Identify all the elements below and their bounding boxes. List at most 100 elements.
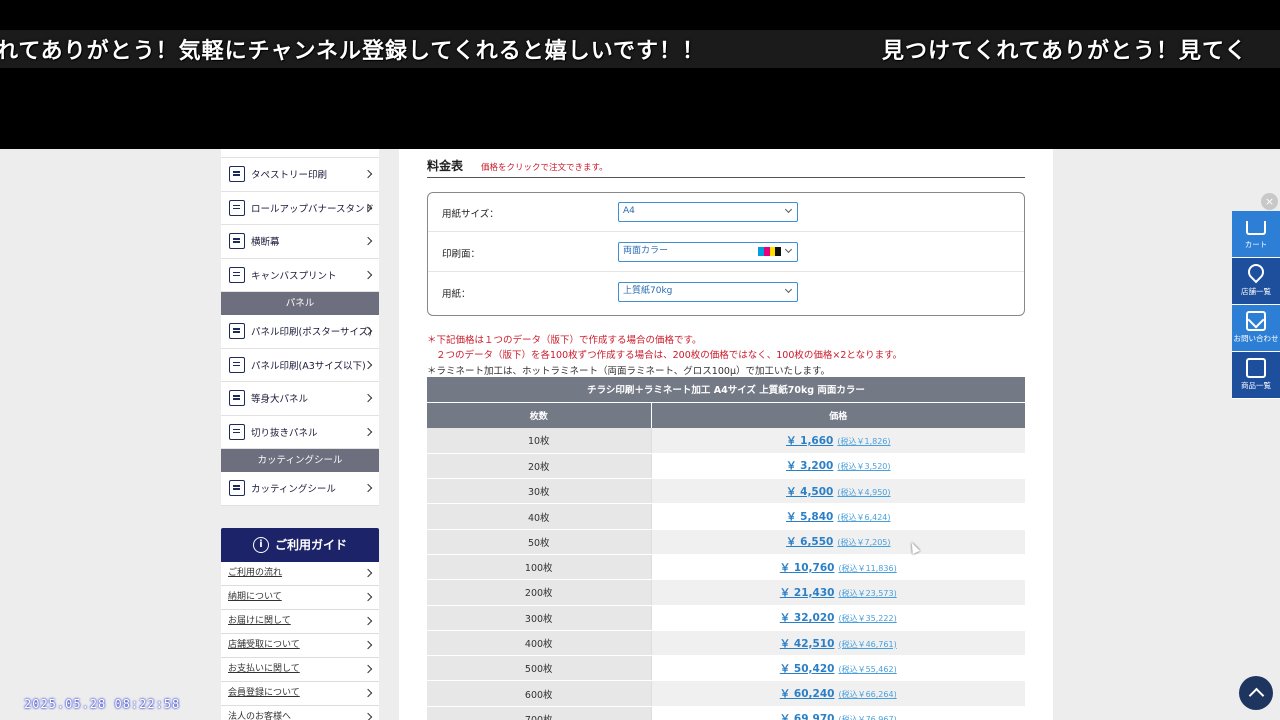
- price-cell[interactable]: ￥ 5,840 (税込￥6,424): [651, 503, 1025, 530]
- guide-link-label: お届けに関して: [228, 615, 291, 626]
- price-link[interactable]: ￥ 6,550: [786, 536, 833, 548]
- print-side-select[interactable]: 両面カラー: [618, 242, 798, 262]
- price-link[interactable]: ￥ 10,760: [780, 562, 835, 574]
- guide-link[interactable]: 店舗受取について: [221, 633, 379, 658]
- guide-link-label: お支払いに関して: [228, 663, 300, 674]
- price-tax-included[interactable]: (税込￥11,836): [838, 564, 896, 573]
- price-cell[interactable]: ￥ 21,430 (税込￥23,573): [651, 579, 1025, 606]
- price-tax-included[interactable]: (税込￥23,573): [838, 589, 896, 598]
- guide-link-label: 店舗受取について: [228, 639, 300, 650]
- price-tax-included[interactable]: (税込￥76,967): [838, 715, 896, 720]
- guide-link[interactable]: 法人のお客様へ: [221, 705, 379, 720]
- price-link[interactable]: ￥ 4,500: [786, 486, 833, 498]
- print-side-label: 印刷面：: [442, 249, 481, 260]
- price-cell[interactable]: ￥ 4,500 (税込￥4,950): [651, 478, 1025, 505]
- sidebar-item[interactable]: タペストリー印刷: [221, 158, 379, 192]
- sidebar-item[interactable]: パネル印刷(ポスターサイズ): [221, 315, 379, 349]
- price-cell[interactable]: ￥ 50,420 (税込￥55,462): [651, 655, 1025, 682]
- sidebar-item[interactable]: カッティングシール: [221, 472, 379, 506]
- guide-link[interactable]: ご利用の流れ: [221, 561, 379, 586]
- usage-guide-title: ご利用ガイド: [274, 538, 347, 552]
- float-button[interactable]: 店舗一覧: [1232, 258, 1280, 305]
- banner-icon: [229, 233, 245, 250]
- paper-size-value: A4: [623, 206, 635, 216]
- panel-small-icon: [229, 356, 245, 373]
- panel-icon: [229, 323, 245, 340]
- guide-link[interactable]: お届けに関して: [221, 609, 379, 634]
- price-link[interactable]: ￥ 50,420: [780, 663, 835, 675]
- quantity-cell: 600枚: [427, 680, 652, 707]
- chevron-right-icon: [363, 270, 373, 279]
- price-cell[interactable]: ￥ 10,760 (税込￥11,836): [651, 554, 1025, 581]
- price-link[interactable]: ￥ 1,660: [786, 435, 833, 447]
- sidebar-item[interactable]: 等身大パネル: [221, 382, 379, 416]
- price-cell[interactable]: ￥ 42,510 (税込￥46,761): [651, 630, 1025, 657]
- sidebar-item[interactable]: パネル印刷(A3サイズ以下): [221, 348, 379, 382]
- sidebar-item[interactable]: ロールアップバナースタンド: [221, 191, 379, 225]
- float-button-label: お問い合わせ: [1233, 334, 1279, 343]
- location-pin-icon: [1244, 260, 1268, 284]
- sidebar-group-panel: パネル印刷(ポスターサイズ) パネル印刷(A3サイズ以下) 等身大パネル切り抜きパネ…: [221, 315, 379, 449]
- price-link[interactable]: ￥ 60,240: [780, 688, 835, 700]
- guide-link-label: ご利用の流れ: [228, 567, 283, 578]
- sidebar-item-label: 切り抜きパネル: [251, 427, 318, 439]
- price-tax-included[interactable]: (税込￥7,205): [837, 538, 890, 547]
- chevron-down-icon: [784, 245, 793, 254]
- sidebar-item[interactable]: キャンバスプリント: [221, 258, 379, 292]
- price-cell[interactable]: ￥ 32,020 (税込￥35,222): [651, 605, 1025, 631]
- price-cell[interactable]: ￥ 69,970 (税込￥76,967): [651, 706, 1025, 720]
- float-button[interactable]: お問い合わせ: [1232, 305, 1280, 352]
- price-cell[interactable]: ￥ 6,550 (税込￥7,205): [651, 529, 1025, 555]
- sidebar-item[interactable]: 切り抜きパネル: [221, 415, 379, 449]
- table-row: 10枚 ￥ 1,660 (税込￥1,826): [427, 428, 1025, 454]
- table-row: 50枚 ￥ 6,550 (税込￥7,205): [427, 529, 1025, 555]
- guide-link-label: 納期について: [228, 591, 282, 602]
- guide-link-label: 会員登録について: [228, 687, 300, 698]
- paper-size-select[interactable]: A4: [618, 202, 798, 222]
- price-tax-included[interactable]: (税込￥3,520): [837, 462, 890, 471]
- table-row: 600枚 ￥ 60,240 (税込￥66,264): [427, 680, 1025, 707]
- back-to-top-button[interactable]: [1239, 676, 1273, 710]
- price-tax-included[interactable]: (税込￥35,222): [838, 614, 896, 623]
- price-link[interactable]: ￥ 69,970: [780, 713, 835, 720]
- stream-ticker: れてありがとう！気軽にチャンネル登録してくれると嬉しいです！！ 見つけてくれてあ…: [0, 30, 1280, 68]
- price-tax-included[interactable]: (税込￥4,950): [837, 488, 890, 497]
- sidebar-item-partial[interactable]: [221, 149, 379, 158]
- price-link[interactable]: ￥ 42,510: [780, 638, 835, 650]
- price-link[interactable]: ￥ 21,430: [780, 587, 835, 599]
- print-side-value: 両面カラー: [623, 246, 669, 256]
- chevron-right-icon: [363, 664, 373, 674]
- price-cell[interactable]: ￥ 1,660 (税込￥1,826): [651, 428, 1025, 454]
- quantity-cell: 100枚: [427, 554, 652, 581]
- price-link[interactable]: ￥ 3,200: [786, 460, 833, 472]
- tapestry-icon: [229, 166, 245, 183]
- price-link[interactable]: ￥ 5,840: [786, 511, 833, 523]
- guide-link[interactable]: 会員登録について: [221, 681, 379, 706]
- price-tax-included[interactable]: (税込￥1,826): [837, 437, 890, 446]
- price-tax-included[interactable]: (税込￥66,264): [838, 690, 896, 699]
- price-tax-included[interactable]: (税込￥6,424): [837, 513, 890, 522]
- price-tax-included[interactable]: (税込￥55,462): [838, 665, 896, 674]
- sidebar-heading-panel: パネル: [221, 292, 379, 315]
- price-table-hint: 価格をクリックで注文できます。: [481, 163, 608, 173]
- option-row-size: 用紙サイズ： A4: [428, 193, 1024, 232]
- paper-type-select[interactable]: 上質紙70kg: [618, 282, 798, 302]
- price-table-title: 料金表: [427, 159, 464, 173]
- price-tax-included[interactable]: (税込￥46,761): [838, 640, 896, 649]
- price-cell[interactable]: ￥ 3,200 (税込￥3,520): [651, 453, 1025, 480]
- guide-link[interactable]: 納期について: [221, 585, 379, 610]
- float-button-label: カート: [1244, 240, 1268, 249]
- float-button[interactable]: カート: [1232, 211, 1280, 258]
- sidebar-item[interactable]: 横断幕: [221, 225, 379, 259]
- quantity-cell: 10枚: [427, 428, 652, 454]
- close-icon[interactable]: ×: [1261, 193, 1278, 210]
- usage-guide-banner[interactable]: i ご利用ガイド: [221, 527, 379, 562]
- price-cell[interactable]: ￥ 60,240 (税込￥66,264): [651, 680, 1025, 707]
- float-button[interactable]: 商品一覧: [1232, 352, 1280, 399]
- price-link[interactable]: ￥ 32,020: [780, 612, 835, 624]
- quantity-cell: 200枚: [427, 579, 652, 606]
- quantity-cell: 300枚: [427, 605, 652, 631]
- floating-menu: カート店舗一覧お問い合わせ商品一覧: [1232, 211, 1280, 399]
- guide-link[interactable]: お支払いに関して: [221, 657, 379, 682]
- guide-link-label: 法人のお客様へ: [228, 711, 292, 720]
